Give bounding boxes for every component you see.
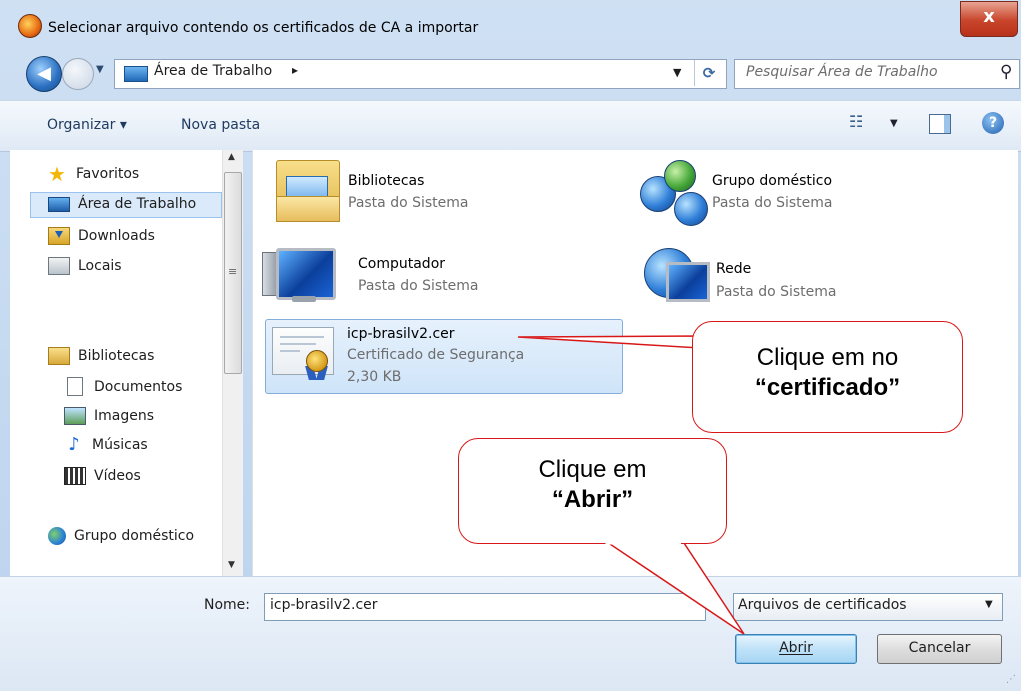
callout-pointer-masks (605, 337, 702, 545)
